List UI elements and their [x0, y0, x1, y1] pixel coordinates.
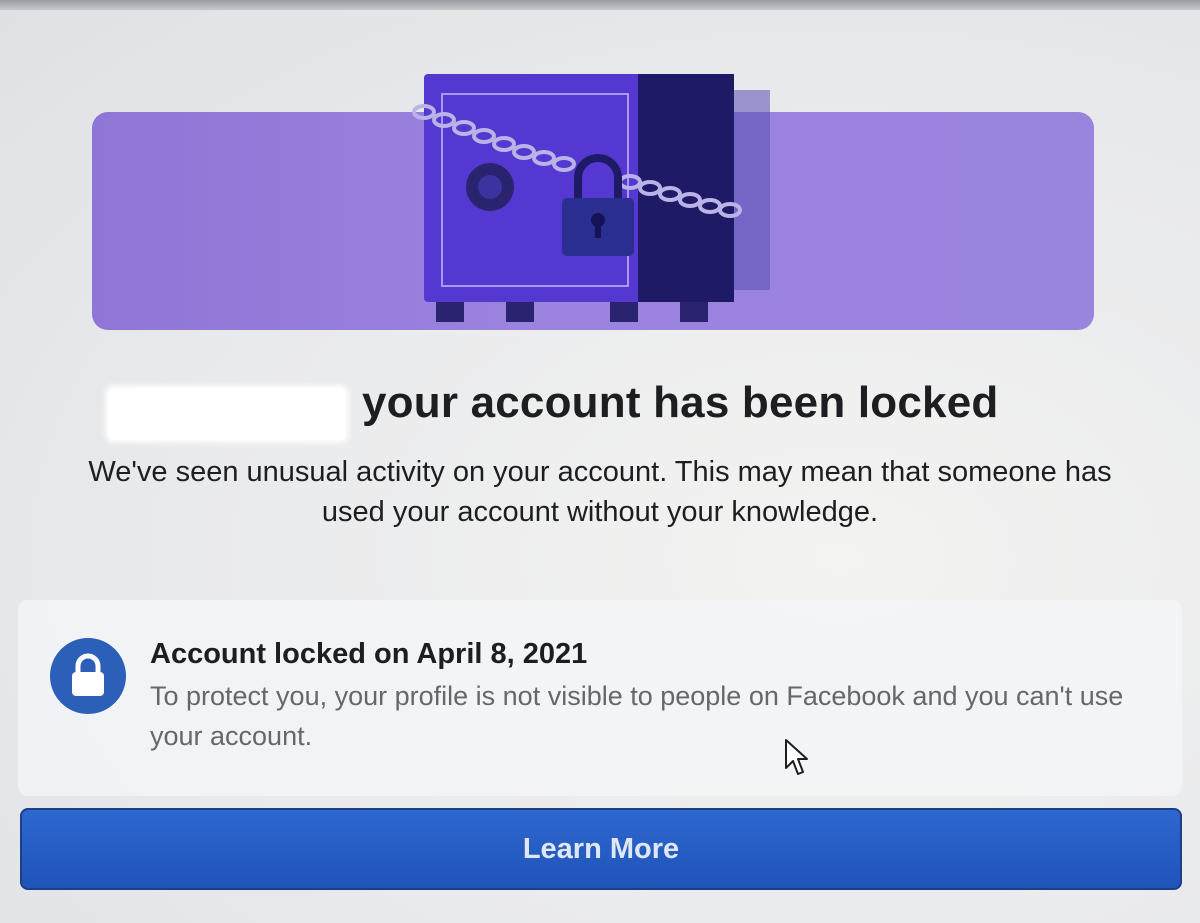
description-text: We've seen unusual activity on your acco…: [88, 456, 1112, 528]
headline-row: your account has been locked: [100, 378, 1100, 442]
lock-icon: [50, 638, 126, 714]
learn-more-button[interactable]: Learn More: [20, 808, 1182, 890]
mouse-cursor-icon: [785, 739, 808, 775]
redacted-name: [108, 388, 346, 440]
lock-date-title: Account locked on April 8, 2021: [150, 638, 588, 670]
locked-safe-icon: [412, 74, 770, 322]
lock-info-body: To protect you, your profile is not visi…: [150, 681, 1124, 751]
page-title: your account has been locked: [362, 378, 999, 427]
